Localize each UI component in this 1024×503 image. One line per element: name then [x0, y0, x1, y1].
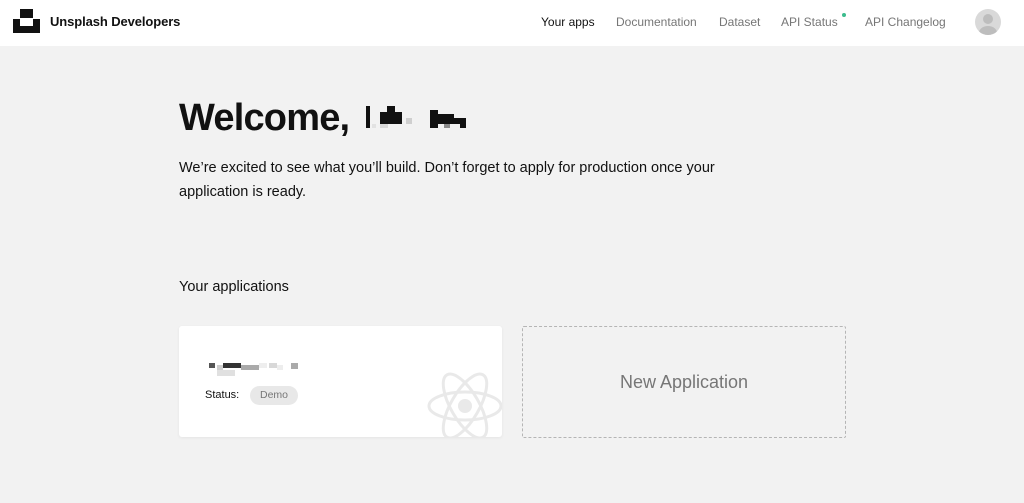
- application-card[interactable]: Status: Demo: [179, 326, 502, 437]
- nav-your-apps[interactable]: Your apps: [541, 15, 595, 29]
- new-application-button[interactable]: New Application: [522, 326, 846, 438]
- nav-dataset[interactable]: Dataset: [719, 15, 760, 29]
- redacted-application-name: [209, 363, 298, 376]
- person-silhouette-icon: [979, 14, 997, 35]
- user-avatar-icon[interactable]: [975, 9, 1001, 35]
- welcome-intro-text: We’re excited to see what you’ll build. …: [179, 160, 715, 200]
- nav-api-status[interactable]: API Status: [781, 15, 838, 29]
- react-icon: [427, 372, 502, 437]
- nav-documentation[interactable]: Documentation: [616, 15, 697, 29]
- status-badge: Demo: [250, 386, 299, 405]
- unsplash-logo-icon[interactable]: [13, 9, 40, 33]
- nav-api-changelog[interactable]: API Changelog: [865, 15, 946, 29]
- api-status-indicator-dot: [842, 13, 846, 17]
- top-navigation-bar: Unsplash Developers Your apps Documentat…: [0, 0, 1024, 46]
- redacted-user-name: [366, 106, 466, 128]
- welcome-heading: Welcome,: [179, 97, 350, 139]
- brand-name[interactable]: Unsplash Developers: [50, 14, 180, 29]
- status-label: Status:: [205, 389, 240, 401]
- your-applications-title: Your applications: [179, 279, 289, 295]
